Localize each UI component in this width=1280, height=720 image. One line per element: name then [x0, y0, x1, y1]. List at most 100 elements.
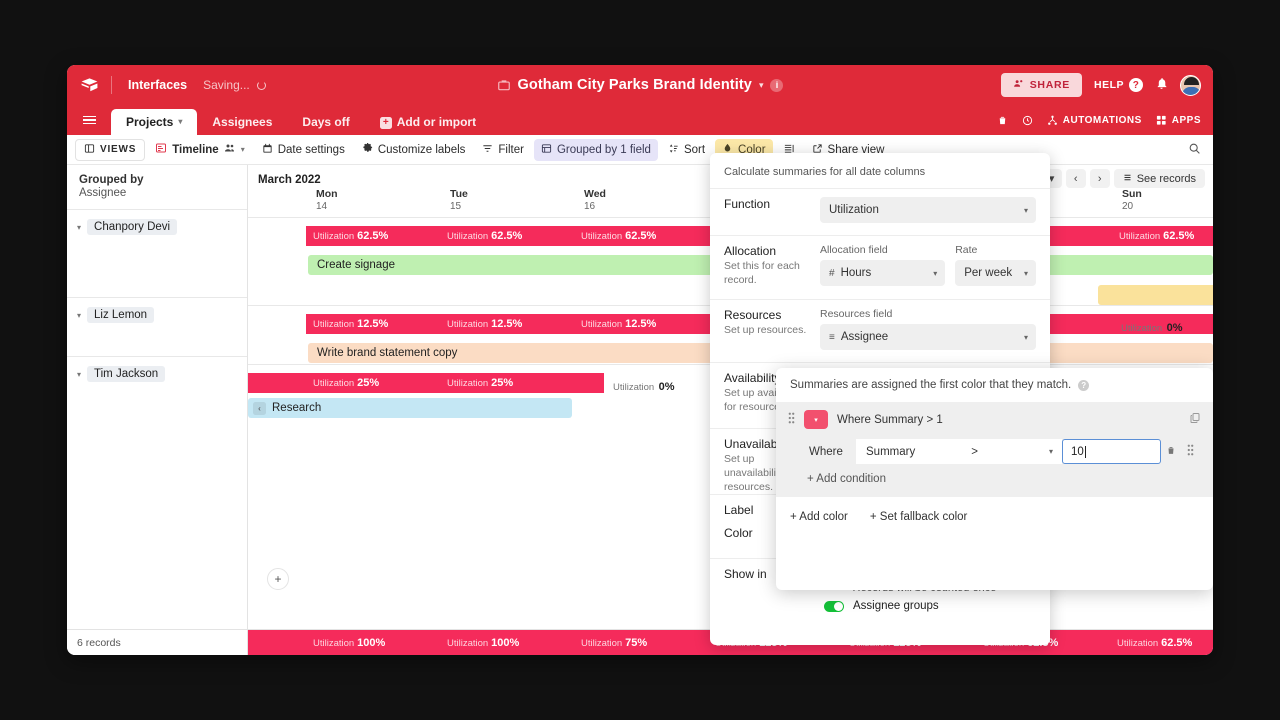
- tab-days-off[interactable]: Days off: [287, 110, 364, 135]
- avatar-body: [1182, 86, 1200, 95]
- condition-value-input[interactable]: 10: [1061, 439, 1161, 464]
- utilization-value: 12.5%: [491, 318, 523, 330]
- tab-assignees[interactable]: Assignees: [197, 110, 287, 135]
- record-label: Write brand statement copy: [317, 347, 458, 359]
- condition-field-select[interactable]: Summary: [856, 439, 962, 464]
- filter-icon: [482, 143, 493, 157]
- info-icon[interactable]: i: [770, 78, 784, 92]
- timeline-record-yellow-partial[interactable]: ›: [1098, 285, 1213, 305]
- automations-button[interactable]: AUTOMATIONS: [1047, 115, 1142, 126]
- views-button[interactable]: VIEWS: [75, 138, 146, 161]
- panel-icon: [84, 143, 95, 157]
- utilization-label: Utilization: [313, 319, 355, 330]
- add-record-button[interactable]: +: [267, 568, 289, 590]
- group-collapse-chevron-icon[interactable]: ▾: [77, 223, 81, 232]
- add-color-button[interactable]: + Add color: [790, 511, 848, 523]
- add-condition-button[interactable]: + Add condition: [788, 473, 1201, 485]
- utilization-value: 75%: [625, 636, 648, 649]
- timeline-view-button[interactable]: Timeline ▾: [148, 138, 251, 161]
- utilization-label: Utilization: [1121, 323, 1163, 334]
- date-settings-button[interactable]: Date settings: [255, 139, 352, 161]
- record-scroll-left-icon[interactable]: ‹: [253, 401, 266, 415]
- pager-prev-button[interactable]: ‹: [1065, 169, 1086, 188]
- day-name: Mon: [316, 188, 338, 200]
- group-row-liz-lemon[interactable]: ▾ Liz Lemon: [67, 297, 247, 356]
- avatar[interactable]: [1180, 74, 1201, 96]
- filter-button[interactable]: Filter: [475, 139, 531, 161]
- tab-projects[interactable]: Projects ▾: [111, 109, 198, 135]
- list-icon: [1123, 173, 1132, 185]
- history-clock-icon[interactable]: [1022, 115, 1033, 126]
- bottom-utilization-cell: Utilization 75%: [574, 637, 708, 649]
- group-collapse-chevron-icon[interactable]: ▾: [77, 370, 81, 379]
- group-collapse-chevron-icon[interactable]: ▾: [77, 311, 81, 320]
- record-label: Create signage: [317, 259, 395, 271]
- apps-button[interactable]: APPS: [1156, 115, 1201, 126]
- color-rules-heading-row: Summaries are assigned the first color t…: [776, 368, 1213, 402]
- utilization-cell: Utilization 12.5%: [574, 318, 708, 330]
- title-chevron-down-icon[interactable]: ▾: [759, 80, 764, 91]
- condition-operator-value: >: [971, 445, 978, 458]
- number-field-icon: #: [829, 267, 835, 279]
- group-row-chanpory-devi[interactable]: ▾ Chanpory Devi: [67, 209, 247, 297]
- utilization-value: 25%: [357, 377, 380, 389]
- utilization-value: 62.5%: [1163, 230, 1195, 242]
- group-name-label: Liz Lemon: [87, 307, 155, 323]
- search-icon[interactable]: [1188, 142, 1205, 158]
- grip-icon[interactable]: [1181, 444, 1201, 459]
- add-condition-label: Add condition: [816, 473, 886, 485]
- grouped-by-button[interactable]: Grouped by 1 field: [533, 138, 658, 161]
- allocation-field-select[interactable]: # Hours ▾: [820, 260, 946, 286]
- trash-icon[interactable]: [997, 115, 1008, 126]
- chevron-down-icon: ▾: [1023, 268, 1028, 278]
- share-button[interactable]: SHARE: [1000, 73, 1082, 97]
- color-swatch-button[interactable]: ▾: [804, 410, 828, 429]
- resources-field-select[interactable]: ≡ Assignee ▾: [820, 324, 1036, 351]
- function-field-group: Utilization ▾: [820, 197, 1036, 223]
- delete-condition-icon[interactable]: [1161, 445, 1181, 459]
- utilization-value: 25%: [491, 377, 514, 389]
- drag-handle-icon[interactable]: [788, 412, 795, 427]
- saving-label: Saving...: [203, 78, 250, 92]
- sort-button[interactable]: Sort: [661, 139, 712, 161]
- resources-field-label: Resources field: [820, 308, 893, 321]
- customize-labels-button[interactable]: Customize labels: [355, 139, 473, 161]
- see-records-button[interactable]: See records: [1113, 169, 1205, 188]
- function-value: Utilization: [829, 204, 879, 216]
- day-number: 20: [1122, 201, 1134, 212]
- pager-next-button[interactable]: ›: [1089, 169, 1110, 188]
- app-window: Interfaces Saving... Gotham City Parks B…: [67, 65, 1213, 655]
- interfaces-link[interactable]: Interfaces: [112, 78, 203, 92]
- chevron-down-icon: ▾: [1048, 447, 1053, 456]
- hamburger-icon[interactable]: [67, 105, 111, 135]
- utilization-cell: Utilization 12.5%: [440, 318, 574, 330]
- color-rule-header: ▾ Where Summary > 1: [788, 410, 1201, 429]
- timeline-record-research[interactable]: ‹ Research: [248, 398, 572, 418]
- people-icon: [224, 143, 236, 156]
- function-select[interactable]: Utilization ▾: [820, 197, 1036, 223]
- utilization-label: Utilization: [313, 378, 355, 389]
- condition-field-value: Summary: [866, 445, 916, 458]
- condition-operator-select[interactable]: > ▾: [961, 439, 1062, 464]
- airtable-logo-icon[interactable]: [67, 76, 111, 95]
- bell-icon[interactable]: [1155, 77, 1168, 93]
- assignee-groups-toggle-row[interactable]: Assignee groups: [824, 600, 1036, 612]
- add-or-import-button[interactable]: + Add or import: [365, 110, 491, 135]
- rate-select[interactable]: Per week ▾: [955, 260, 1036, 286]
- sort-label: Sort: [683, 143, 706, 156]
- page-title: Gotham City Parks Brand Identity: [517, 77, 752, 93]
- timeline-chevron-down-icon[interactable]: ▾: [241, 145, 245, 154]
- saving-spinner-icon: [256, 80, 266, 90]
- utilization-cell: Utilization 62.5%: [1112, 230, 1213, 242]
- color-rule-title: Where Summary > 1: [837, 413, 943, 426]
- question-circle-icon[interactable]: ?: [1078, 379, 1090, 391]
- assignee-groups-toggle[interactable]: [824, 600, 844, 612]
- duplicate-icon[interactable]: [1189, 412, 1201, 427]
- group-row-tim-jackson[interactable]: ▾ Tim Jackson: [67, 356, 247, 382]
- rate-field-col: Rate Per week ▾: [955, 244, 1036, 287]
- help-button[interactable]: HELP ?: [1094, 78, 1143, 92]
- resources-field-group: Resources field ≡ Assignee ▾: [820, 308, 1036, 351]
- see-records-label: See records: [1136, 172, 1196, 185]
- set-fallback-color-button[interactable]: + Set fallback color: [870, 511, 968, 523]
